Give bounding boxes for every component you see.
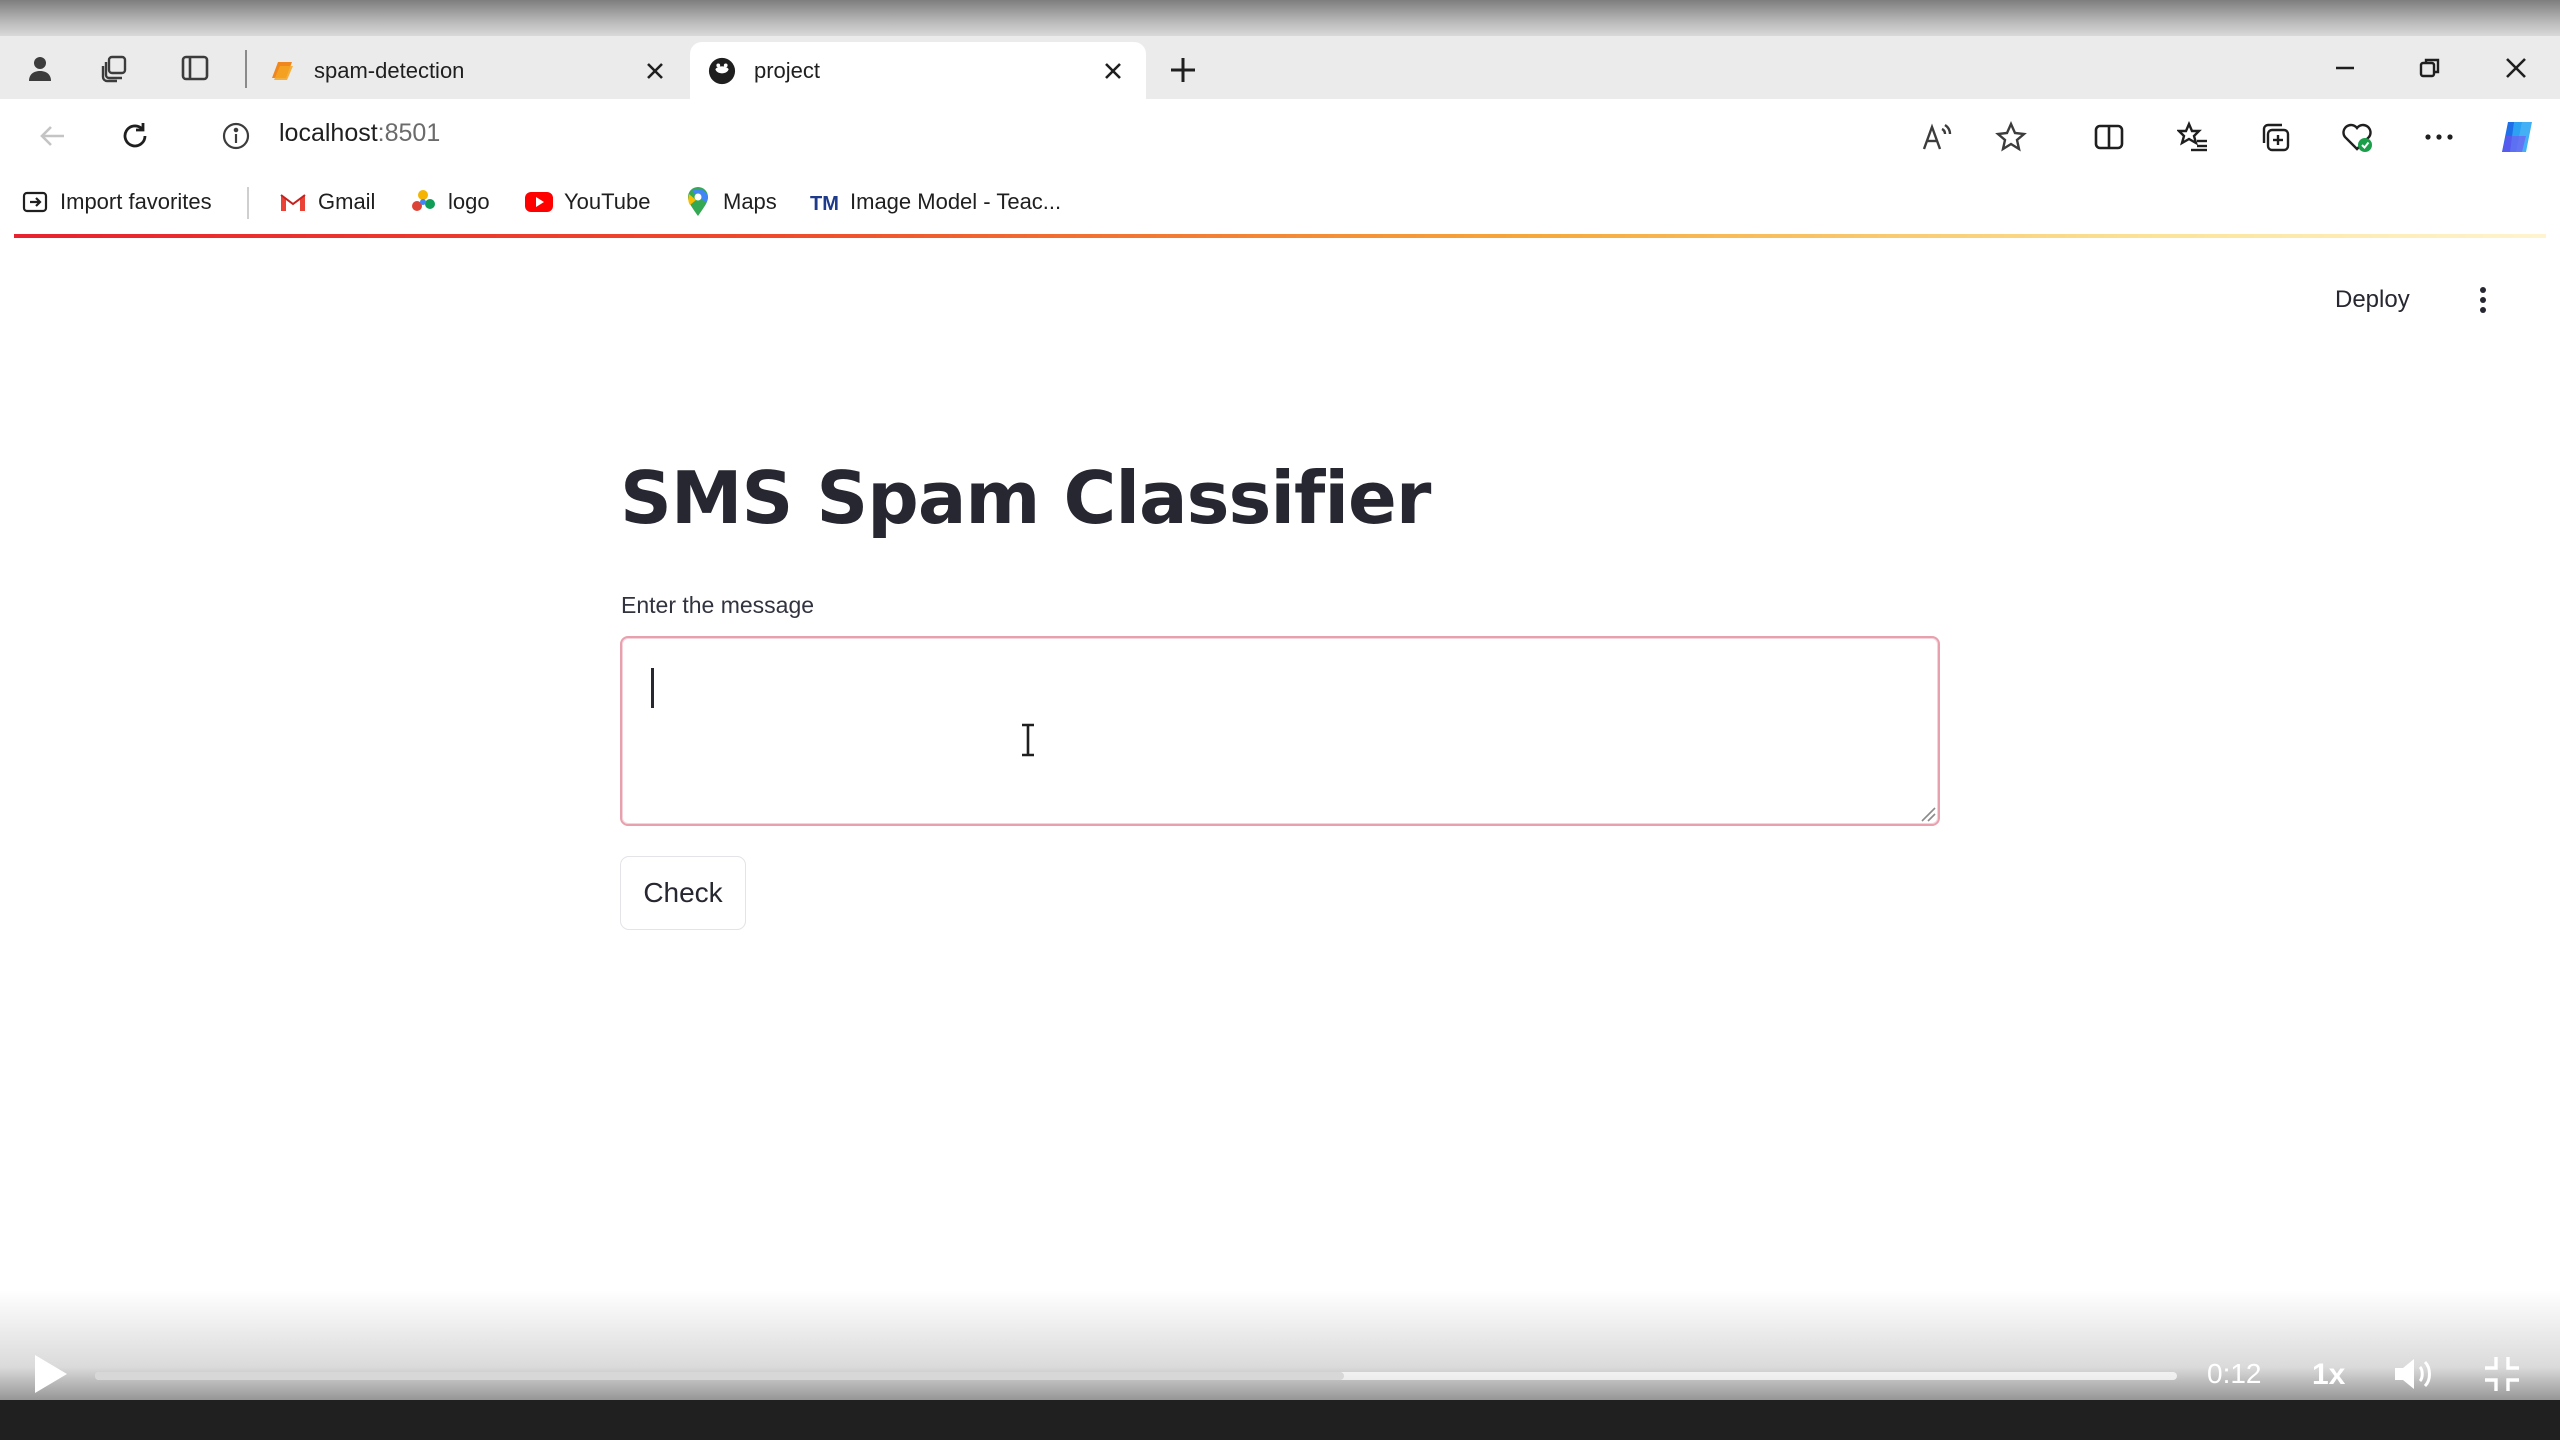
bookmark-label: Import favorites [60, 189, 212, 214]
bookmark-label: Maps [723, 189, 777, 214]
bookmark-import-favorites[interactable]: Import favorites [20, 185, 212, 219]
ibeam-cursor-icon [1022, 723, 1034, 757]
logo-bookmark-icon [408, 187, 438, 217]
copilot-icon[interactable] [2495, 115, 2539, 159]
bookmark-maps[interactable]: Maps [683, 185, 777, 219]
bookmark-label: Image Model - Teac... [850, 189, 1062, 214]
maps-pin-icon [683, 187, 713, 217]
exit-fullscreen-icon[interactable] [2482, 1354, 2522, 1394]
teachable-machine-icon: TM [810, 187, 840, 217]
bookmarks-bar: Import favorites Gmail logo YouTube Maps… [0, 171, 2560, 233]
refresh-icon[interactable] [114, 115, 156, 157]
player-bottom-edge [0, 1400, 2560, 1440]
new-tab-button[interactable] [1163, 50, 1203, 90]
browser-essentials-icon[interactable] [2335, 115, 2379, 159]
url-field[interactable]: localhost:8501 [279, 119, 440, 148]
tab-strip: spam-detection project [0, 36, 2560, 99]
resize-handle-icon[interactable] [1920, 806, 1936, 822]
playback-speed-button[interactable]: 1x [2312, 1358, 2345, 1392]
minimize-icon[interactable] [2325, 50, 2365, 86]
tab-title: project [754, 57, 821, 83]
close-tab-icon[interactable] [640, 56, 670, 86]
bookmark-separator [247, 187, 249, 219]
tab-project[interactable]: project [690, 42, 1146, 99]
gmail-icon [278, 187, 308, 217]
window-top-edge [0, 0, 2560, 36]
profile-icon[interactable] [22, 50, 58, 86]
split-screen-icon[interactable] [2087, 115, 2131, 159]
address-bar: localhost:8501 [0, 99, 2560, 171]
site-info-icon[interactable] [215, 115, 257, 157]
youtube-icon [524, 187, 554, 217]
bookmark-gmail[interactable]: Gmail [278, 185, 375, 219]
import-favorites-icon [20, 187, 50, 217]
url-port: :8501 [377, 119, 441, 147]
deploy-button[interactable]: Deploy [2335, 286, 2410, 314]
close-window-icon[interactable] [2496, 50, 2536, 86]
check-button[interactable]: Check [620, 856, 746, 930]
vertical-tabs-icon[interactable] [177, 50, 213, 86]
bookmark-logo[interactable]: logo [408, 185, 490, 219]
svg-text:TM: TM [810, 193, 839, 215]
app-viewport: Deploy SMS Spam Classifier Enter the mes… [0, 238, 2560, 1328]
play-icon[interactable] [30, 1352, 70, 1396]
url-host: localhost [279, 119, 378, 147]
bookmark-label: logo [448, 189, 490, 214]
streamlit-tab-icon [268, 57, 296, 85]
favorites-list-icon[interactable] [2171, 115, 2215, 159]
back-arrow-icon[interactable] [32, 115, 74, 157]
main-menu-kebab-icon[interactable] [2468, 282, 2498, 318]
bookmark-label: Gmail [318, 189, 376, 214]
seek-bar-progress [95, 1372, 1345, 1380]
volume-icon[interactable] [2392, 1354, 2438, 1394]
playback-time: 0:12 [2207, 1358, 2262, 1389]
workspaces-icon[interactable] [97, 50, 133, 86]
more-options-icon[interactable] [2417, 115, 2461, 159]
tab-spam-detection[interactable]: spam-detection [250, 42, 688, 99]
seek-bar[interactable] [95, 1372, 2177, 1380]
page-title: SMS Spam Classifier [620, 456, 1431, 540]
favorite-star-icon[interactable] [1989, 115, 2033, 159]
text-caret [651, 668, 654, 708]
bookmark-image-model[interactable]: TM Image Model - Teac... [810, 185, 1061, 219]
restore-icon[interactable] [2410, 50, 2450, 86]
message-input-label: Enter the message [621, 592, 815, 618]
close-tab-icon[interactable] [1098, 56, 1128, 86]
video-controls: 0:12 1x [0, 1340, 2560, 1400]
read-aloud-icon[interactable] [1914, 115, 1958, 159]
bookmark-label: YouTube [564, 189, 651, 214]
message-textarea[interactable] [620, 636, 1940, 826]
project-tab-icon [708, 57, 736, 85]
bookmark-youtube[interactable]: YouTube [524, 185, 650, 219]
tab-title: spam-detection [314, 57, 465, 83]
tab-separator [245, 50, 247, 88]
collections-icon[interactable] [2253, 115, 2297, 159]
